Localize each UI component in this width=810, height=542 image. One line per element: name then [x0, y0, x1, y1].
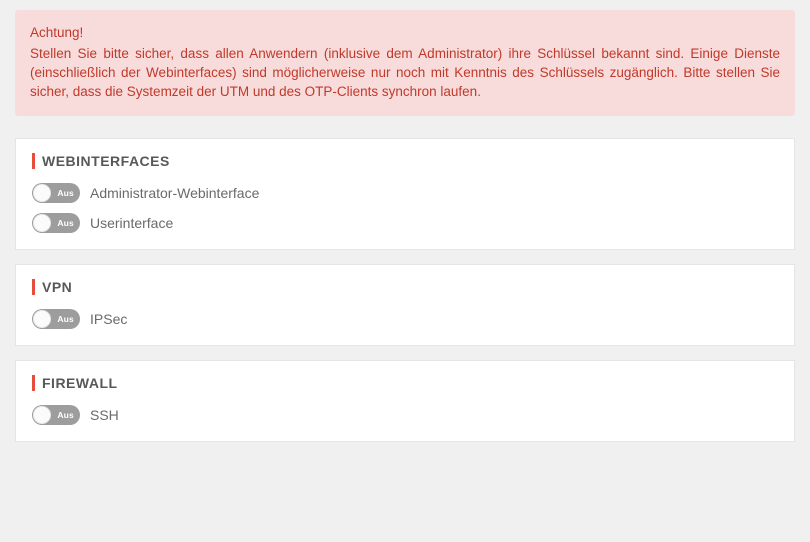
toggle-knob	[33, 310, 51, 328]
panel-vpn: VPN Aus IPSec	[15, 264, 795, 346]
panel-title-text: VPN	[42, 279, 72, 295]
panel-title-text: WEBINTERFACES	[42, 153, 170, 169]
setting-row-admin-webinterface: Aus Administrator-Webinterface	[32, 175, 778, 205]
panel-title: FIREWALL	[32, 361, 778, 397]
row-label: SSH	[90, 407, 119, 423]
row-label: Userinterface	[90, 215, 173, 231]
toggle-admin-webinterface[interactable]: Aus	[32, 183, 80, 203]
accent-bar-icon	[32, 279, 35, 295]
toggle-userinterface[interactable]: Aus	[32, 213, 80, 233]
row-label: IPSec	[90, 311, 127, 327]
setting-row-ipsec: Aus IPSec	[32, 301, 778, 331]
toggle-ssh[interactable]: Aus	[32, 405, 80, 425]
toggle-knob	[33, 184, 51, 202]
toggle-ipsec[interactable]: Aus	[32, 309, 80, 329]
warning-alert-body: Stellen Sie bitte sicher, dass allen Anw…	[30, 45, 780, 102]
panel-title-text: FIREWALL	[42, 375, 118, 391]
panel-title: VPN	[32, 265, 778, 301]
accent-bar-icon	[32, 153, 35, 169]
setting-row-userinterface: Aus Userinterface	[32, 205, 778, 235]
panel-firewall: FIREWALL Aus SSH	[15, 360, 795, 442]
setting-row-ssh: Aus SSH	[32, 397, 778, 427]
panel-webinterfaces: WEBINTERFACES Aus Administrator-Webinter…	[15, 138, 795, 250]
toggle-knob	[33, 214, 51, 232]
row-label: Administrator-Webinterface	[90, 185, 259, 201]
warning-alert-title: Achtung!	[30, 24, 780, 43]
panel-title: WEBINTERFACES	[32, 139, 778, 175]
page: Achtung! Stellen Sie bitte sicher, dass …	[0, 0, 810, 466]
warning-alert: Achtung! Stellen Sie bitte sicher, dass …	[15, 10, 795, 116]
toggle-knob	[33, 406, 51, 424]
accent-bar-icon	[32, 375, 35, 391]
